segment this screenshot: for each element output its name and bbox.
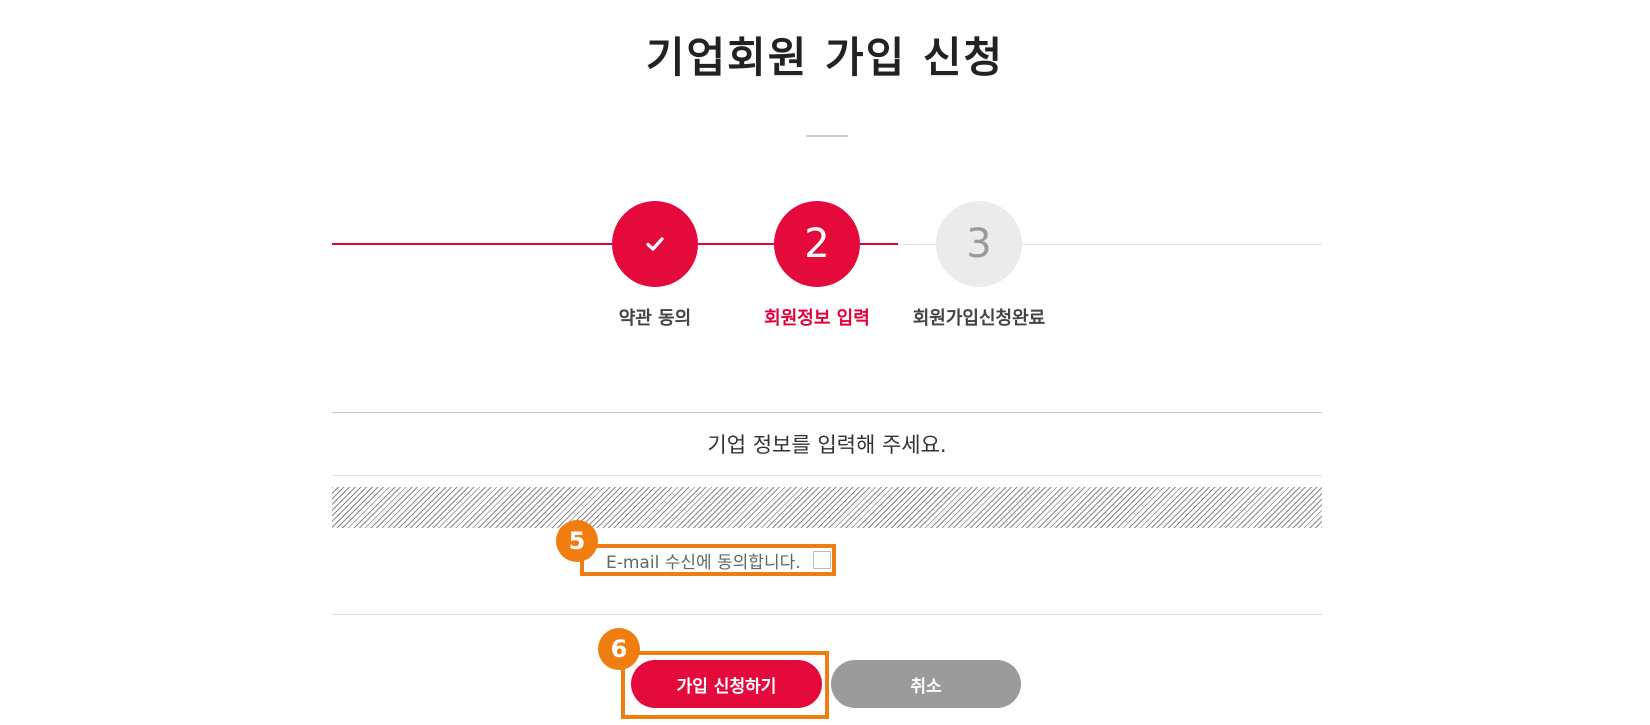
step-2-circle: 2 — [774, 201, 860, 287]
page-title: 기업회원 가입 신청 — [645, 33, 1005, 82]
annotation-badge-5: 5 — [556, 520, 598, 562]
cancel-button[interactable]: 취소 — [831, 660, 1021, 708]
email-consent-label: E-mail 수신에 동의합니다. — [606, 552, 801, 573]
step-3-label: 회원가입신청완료 — [912, 308, 1046, 329]
section-top-divider — [332, 412, 1322, 413]
step-2-number: 2 — [804, 221, 830, 267]
step-3-circle: 3 — [936, 201, 1022, 287]
step-1-circle — [612, 201, 698, 287]
email-consent-row[interactable]: E-mail 수신에 동의합니다. — [580, 544, 836, 576]
annotation-badge-6: 6 — [598, 628, 640, 670]
step-3-number: 3 — [966, 221, 992, 267]
section-bottom-divider — [332, 614, 1322, 615]
section-heading-divider — [332, 475, 1322, 476]
submit-button[interactable]: 가입 신청하기 — [631, 660, 822, 708]
title-divider — [806, 135, 848, 137]
email-consent-checkbox[interactable] — [812, 551, 831, 569]
check-icon — [646, 237, 664, 251]
section-heading: 기업 정보를 입력해 주세요. — [707, 433, 947, 457]
redacted-form-area — [332, 487, 1322, 528]
